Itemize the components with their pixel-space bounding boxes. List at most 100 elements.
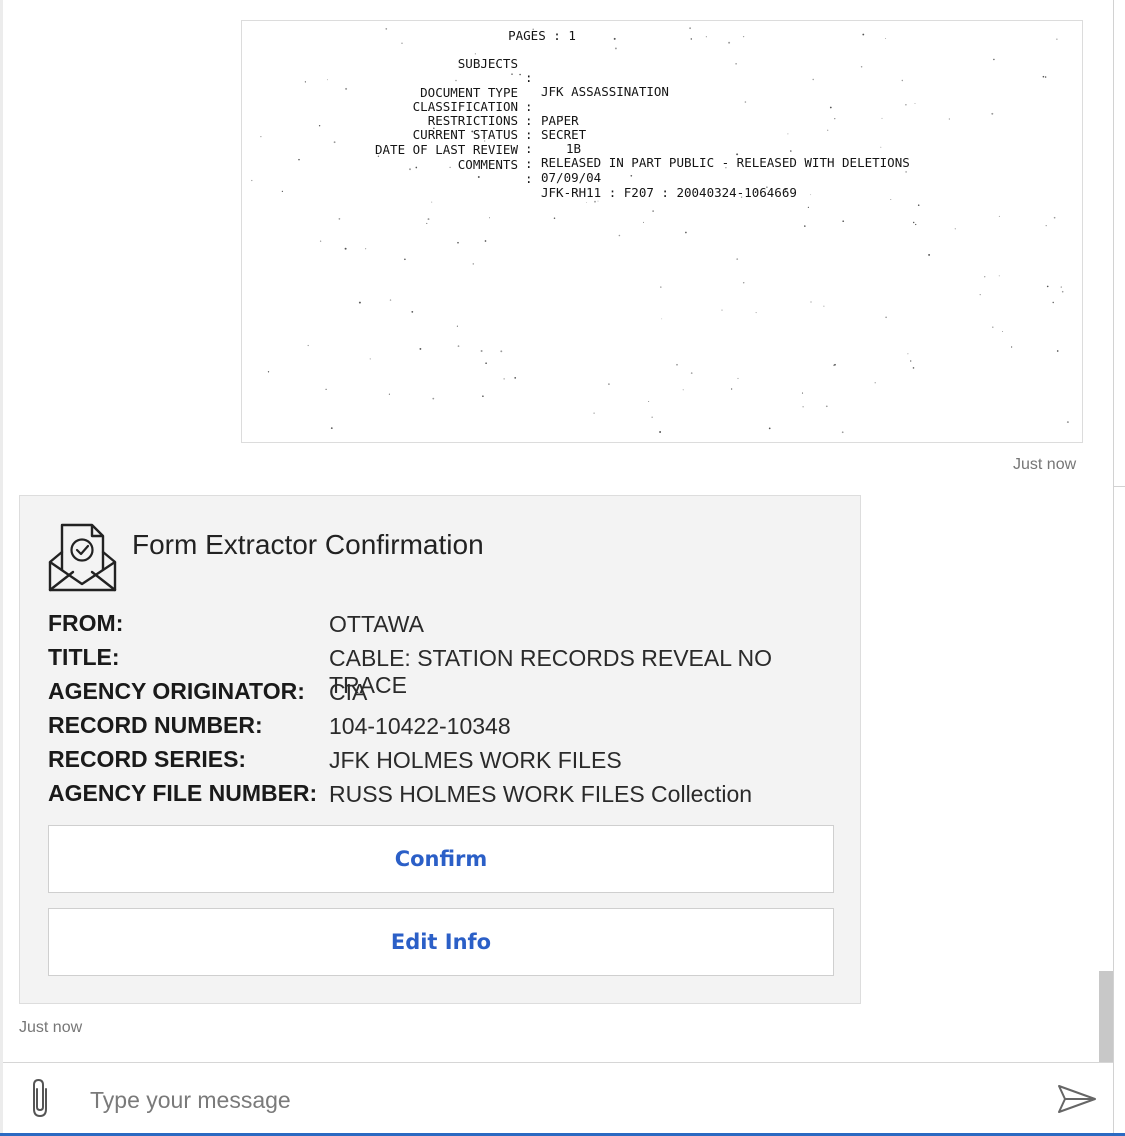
scan-speckle <box>608 383 610 385</box>
scan-speckle <box>689 27 691 30</box>
scan-speckle <box>690 372 693 374</box>
scan-speckle <box>1061 290 1064 293</box>
scan-speckle <box>1056 38 1058 40</box>
scan-speckle <box>802 406 804 408</box>
right-divider <box>1113 0 1114 1136</box>
message-composer <box>3 1062 1113 1136</box>
scan-speckle <box>737 377 739 380</box>
scan-speckle <box>432 397 435 400</box>
scan-speckle <box>998 275 1000 277</box>
scan-speckle <box>912 221 915 224</box>
fact-row-agency-originator: AGENCY ORIGINATOR: CIA <box>48 678 848 712</box>
doc-partial-line-text: PAGES : 1 <box>508 28 576 43</box>
scan-speckle <box>862 33 865 36</box>
scan-speckle <box>358 301 361 304</box>
scan-speckle <box>643 221 644 223</box>
envelope-check-icon <box>48 523 117 592</box>
scan-speckle <box>593 412 595 414</box>
scan-speckle <box>801 392 804 394</box>
scan-speckle <box>482 395 484 398</box>
scan-speckle <box>456 325 458 327</box>
scan-speckle <box>998 215 1000 217</box>
scan-speckle <box>427 218 430 221</box>
message-timestamp: Just now <box>19 1019 83 1036</box>
scan-speckle <box>742 281 745 284</box>
scan-speckle <box>389 299 392 301</box>
scan-speckle <box>1052 301 1054 304</box>
doc-field-comments: COMMENTS : JFK-RH11 : F207 : 20040324-10… <box>242 144 1082 214</box>
scan-speckle <box>984 276 986 278</box>
scan-speckle <box>736 258 738 260</box>
scan-speckle <box>365 248 367 250</box>
scan-speckle <box>721 309 723 311</box>
doc-field-value: JFK-RH11 : F207 : 20040324-1064669 <box>541 185 797 200</box>
scanned-document-image[interactable]: PAGES : 1 SUBJECTS : JFK ASSASSINATION D… <box>241 20 1083 443</box>
left-edge <box>0 0 3 1136</box>
scan-speckle <box>419 347 422 350</box>
scan-speckle <box>385 28 388 30</box>
scan-speckle <box>1060 286 1062 288</box>
scan-speckle <box>915 223 917 226</box>
fact-key: TITLE: <box>48 644 120 670</box>
scan-speckle <box>885 316 887 319</box>
scan-speckle <box>319 240 322 242</box>
message-input[interactable] <box>88 1077 1012 1123</box>
doc-field-label: COMMENTS <box>457 157 518 172</box>
confirm-button[interactable]: Confirm <box>48 825 834 893</box>
scan-speckle <box>338 218 341 220</box>
scan-speckle <box>613 37 616 40</box>
fact-key: AGENCY FILE NUMBER: <box>48 780 318 806</box>
scan-speckle <box>369 358 371 360</box>
scan-speckle <box>954 228 956 230</box>
fact-row-agency-file-number: AGENCY FILE NUMBER: RUSS HOLMES WORK FIL… <box>48 780 848 814</box>
scan-speckle <box>690 38 693 40</box>
scan-speckle <box>500 350 503 353</box>
scan-speckle <box>1010 346 1013 348</box>
scan-speckle <box>907 353 909 355</box>
scan-speckle <box>804 225 806 227</box>
scan-speckle <box>874 382 876 384</box>
form-extractor-card: Form Extractor Confirmation FROM: OTTAWA… <box>19 495 861 1004</box>
scan-speckle <box>480 350 483 352</box>
right-divider-tick <box>1114 486 1125 487</box>
scan-speckle <box>411 311 414 313</box>
send-icon[interactable] <box>1056 1082 1098 1116</box>
scan-speckle <box>910 360 912 362</box>
scan-speckle <box>928 253 931 256</box>
card-title: Form Extractor Confirmation <box>132 529 484 560</box>
scan-speckle <box>979 293 981 296</box>
scan-speckle <box>489 217 490 219</box>
fact-value: CIA <box>329 679 368 705</box>
scan-speckle <box>676 363 678 366</box>
fact-key: RECORD NUMBER: <box>48 712 263 738</box>
scan-speckle <box>825 405 828 408</box>
scan-speckle <box>1046 285 1049 288</box>
scan-speckle <box>1056 350 1059 352</box>
fact-row-record-series: RECORD SERIES: JFK HOLMES WORK FILES <box>48 746 848 780</box>
scan-speckle <box>426 222 428 224</box>
scan-speckle <box>514 377 517 379</box>
scan-speckle <box>834 363 836 366</box>
scan-speckle <box>344 247 347 250</box>
paperclip-icon[interactable] <box>27 1077 53 1119</box>
scan-speckle <box>755 312 757 314</box>
message-timestamp: Just now <box>1013 456 1077 473</box>
doc-field-separator: : <box>525 171 533 186</box>
fact-row-record-number: RECORD NUMBER: 104-10422-10348 <box>48 712 848 746</box>
scan-speckle <box>885 38 887 39</box>
scan-speckle <box>457 241 459 244</box>
scan-speckle <box>841 431 844 434</box>
scan-speckle <box>730 388 733 390</box>
scan-speckle <box>485 362 487 365</box>
scrollbar-thumb[interactable] <box>1099 971 1113 1062</box>
fact-key: FROM: <box>48 610 124 636</box>
fact-key: RECORD SERIES: <box>48 746 247 772</box>
scan-speckle <box>992 326 994 328</box>
scan-speckle <box>648 401 650 403</box>
scan-speckle <box>823 305 825 307</box>
scan-speckle <box>1053 216 1056 219</box>
scan-speckle <box>705 36 707 38</box>
scan-speckle <box>472 263 475 265</box>
fact-value: RUSS HOLMES WORK FILES Collection <box>329 781 753 807</box>
edit-info-button[interactable]: Edit Info <box>48 908 834 976</box>
